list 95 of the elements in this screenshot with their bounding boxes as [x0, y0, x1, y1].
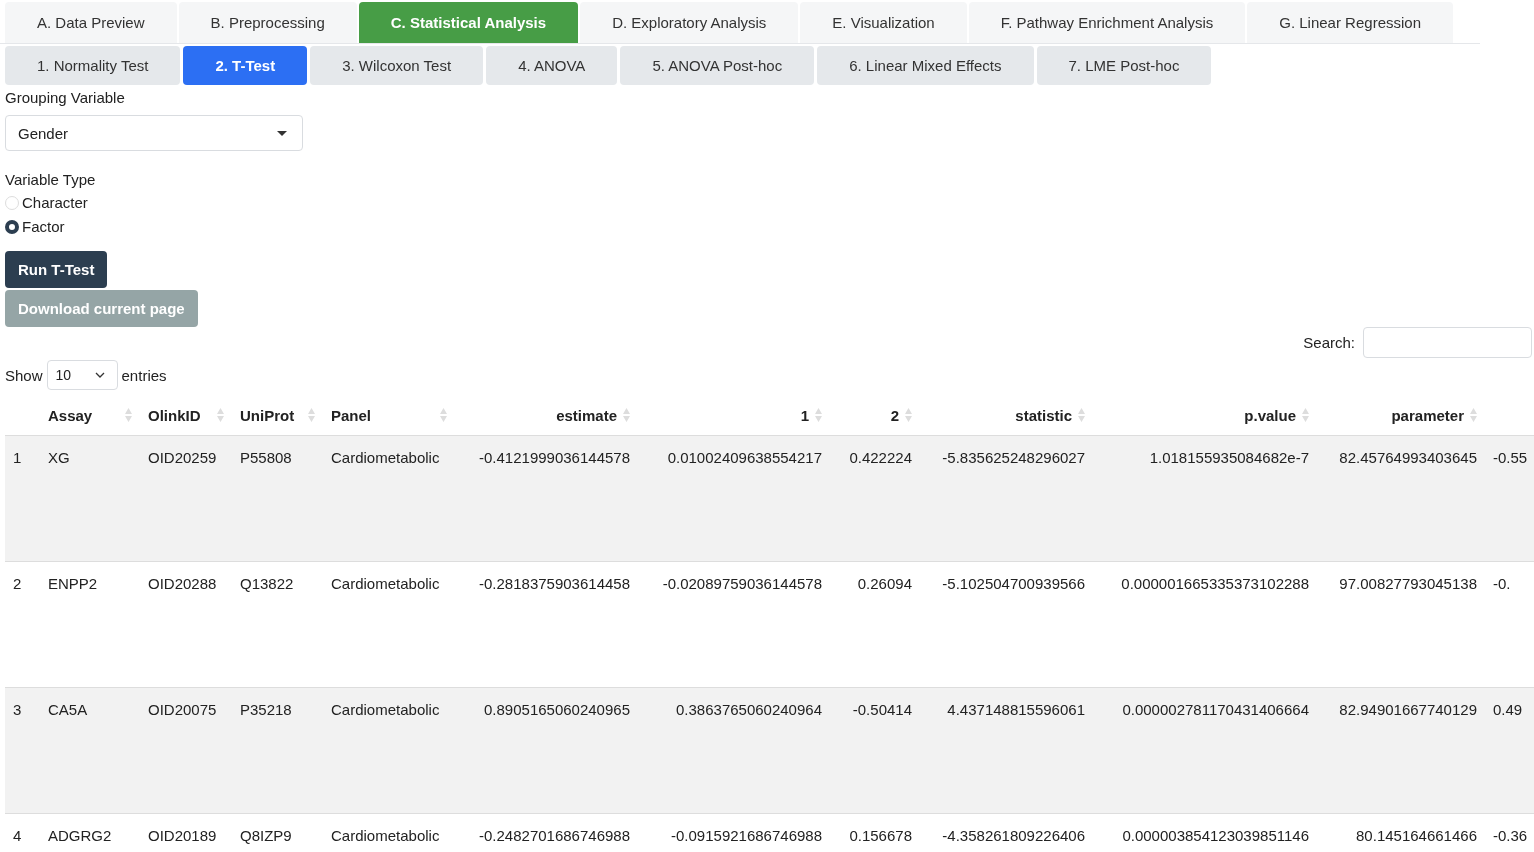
grouping-select[interactable]: Gender — [5, 115, 303, 151]
table-cell: -0.4121999036144578 — [479, 449, 630, 466]
page-length-select[interactable]: 10 — [46, 360, 118, 390]
tab[interactable]: 3. Wilcoxon Test — [310, 46, 484, 85]
table-cell: Cardiometabolic — [331, 449, 440, 466]
table-cell: 0.000001665335373102288 — [1121, 575, 1309, 592]
table-cell: -4.358261809226406 — [942, 827, 1085, 844]
table-cell: -0.2818375903614458 — [479, 575, 630, 592]
table-cell: 0.000002781170431406664 — [1122, 701, 1309, 718]
table-cell: -0.02089759036144578 — [662, 575, 822, 592]
tab[interactable]: 6. Linear Mixed Effects — [817, 46, 1034, 85]
tab[interactable]: G. Linear Regression — [1247, 2, 1453, 43]
table-cell: 0.26094 — [857, 575, 912, 592]
table-cell: Cardiometabolic — [331, 701, 440, 718]
table-cell: 0.000003854123039851146 — [1122, 827, 1309, 844]
table-cell: OID20288 — [148, 575, 217, 592]
table-cell: -5.835625248296027 — [942, 449, 1085, 466]
table-cell: 0.156678 — [849, 827, 912, 844]
tab[interactable]: E. Visualization — [800, 2, 967, 43]
sort-icon[interactable] — [1470, 407, 1477, 423]
table-cell: ADGRG2 — [48, 827, 112, 844]
table-cell: XG — [48, 449, 70, 466]
table-cell: 0.422224 — [849, 449, 912, 466]
column-header[interactable]: parameter — [1391, 406, 1464, 424]
search-label: Search: — [1303, 334, 1355, 351]
column-header[interactable]: estimate — [556, 406, 617, 424]
table-cell: -0.55 — [1493, 449, 1528, 466]
column-header[interactable]: OlinkID — [148, 406, 201, 424]
search-field[interactable] — [1363, 327, 1532, 358]
table-cell: -0.0915921686746988 — [671, 827, 822, 844]
table-cell: OID20075 — [148, 701, 217, 718]
table-cell: OID20259 — [148, 449, 217, 466]
table-cell: Q8IZP9 — [240, 827, 292, 844]
sort-icon[interactable] — [308, 407, 315, 423]
sort-icon[interactable] — [623, 407, 630, 423]
table-cell: -0.2482701686746988 — [479, 827, 630, 844]
table-cell: 82.94901667740129 — [1339, 701, 1477, 718]
show-label: Show — [5, 366, 43, 384]
sort-icon[interactable] — [125, 407, 132, 423]
sort-icon[interactable] — [905, 407, 912, 423]
tab[interactable]: 5. ANOVA Post-hoc — [620, 46, 815, 85]
row-index: 2 — [13, 575, 22, 592]
tab[interactable]: B. Preprocessing — [178, 2, 357, 43]
row-index: 3 — [13, 701, 22, 718]
table-cell: ENPP2 — [48, 575, 98, 592]
column-header[interactable]: Panel — [331, 406, 372, 424]
table-cell: 1.018155935084682e-7 — [1149, 449, 1309, 466]
table-cell: 4.437148815596061 — [947, 701, 1085, 718]
row-index: 4 — [13, 827, 22, 844]
table-cell: Cardiometabolic — [331, 575, 440, 592]
table-cell: -0.36 — [1493, 827, 1528, 844]
table-cell: 0.3863765060240964 — [676, 701, 822, 718]
sort-icon[interactable] — [217, 407, 224, 423]
radio-label[interactable]: Factor — [22, 218, 65, 235]
column-header[interactable]: Assay — [48, 406, 93, 424]
tab[interactable]: D. Exploratory Analysis — [580, 2, 799, 43]
table-cell: P55808 — [240, 449, 292, 466]
tab[interactable]: A. Data Preview — [5, 2, 177, 43]
table-cell: CA5A — [48, 701, 88, 718]
sort-icon[interactable] — [440, 407, 447, 423]
tab[interactable]: 2. T-Test — [183, 46, 308, 85]
sort-icon[interactable] — [1078, 407, 1085, 423]
sort-icon[interactable] — [1302, 407, 1309, 423]
table-cell: 0.49 — [1493, 701, 1523, 718]
field-label: Grouping Variable — [5, 89, 125, 106]
tab[interactable]: 7. LME Post-hoc — [1036, 46, 1212, 85]
table-cell: 97.00827793045138 — [1339, 575, 1477, 592]
table-cell: OID20189 — [148, 827, 217, 844]
row-index: 1 — [13, 449, 22, 466]
column-header[interactable]: p.value — [1244, 406, 1296, 424]
radio-label[interactable]: Character — [22, 194, 88, 211]
table-cell: -0.50414 — [852, 701, 912, 718]
table-cell: P35218 — [240, 701, 292, 718]
table-cell: 0.8905165060240965 — [484, 701, 630, 718]
radio-button[interactable] — [5, 219, 19, 234]
table-cell: Cardiometabolic — [331, 827, 440, 844]
table-cell: 80.145164661466 — [1356, 827, 1477, 844]
tab[interactable]: 4. ANOVA — [486, 46, 618, 85]
field-label: Variable Type — [5, 171, 96, 188]
table-cell: 82.45764993403645 — [1339, 449, 1477, 466]
sort-icon[interactable] — [815, 407, 822, 423]
column-header[interactable]: statistic — [1015, 406, 1072, 424]
caret-icon — [277, 130, 287, 136]
chevron-icon — [94, 372, 105, 378]
table-cell: 0.01002409638554217 — [667, 449, 822, 466]
tab[interactable]: 1. Normality Test — [5, 46, 181, 85]
column-header[interactable]: 2 — [890, 406, 899, 424]
table-cell: Q13822 — [240, 575, 294, 592]
table-cell: -0. — [1493, 575, 1511, 592]
entries-label: entries — [121, 366, 167, 384]
tab[interactable]: F. Pathway Enrichment Analysis — [968, 2, 1246, 43]
run-button[interactable]: Run T-Test — [5, 251, 108, 288]
column-header[interactable]: UniProt — [240, 406, 295, 424]
table-cell: -5.102504700939566 — [942, 575, 1085, 592]
column-header[interactable]: 1 — [800, 406, 809, 424]
